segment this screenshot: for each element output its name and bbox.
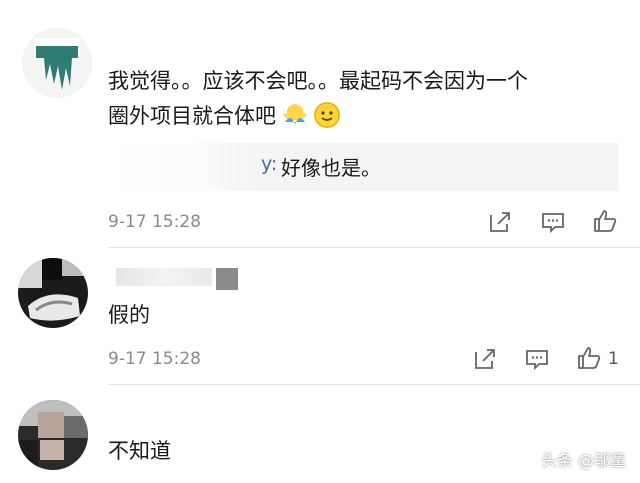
- comment-text: 我觉得。。应该不会吧。。最起码不会因为一个 圈外项目就合体吧: [108, 64, 528, 134]
- comment-text-line: 圈外项目就合体吧: [108, 99, 528, 134]
- avatar-image: [18, 400, 88, 470]
- avatar-image: [22, 28, 92, 98]
- reply-text: 好像也是。: [281, 156, 381, 180]
- comment-text: 不知道: [108, 434, 171, 469]
- shrug-emoji-icon: [282, 102, 308, 128]
- watermark: 头条 @邬童: [540, 451, 626, 470]
- reply-username[interactable]: y:: [261, 153, 277, 175]
- thumbs-up-icon[interactable]: [576, 345, 602, 371]
- smile-emoji-icon: [314, 102, 340, 128]
- thumbs-up-icon[interactable]: [592, 208, 618, 234]
- share-icon[interactable]: [487, 209, 513, 235]
- share-icon[interactable]: [472, 346, 498, 372]
- like-count: 1: [608, 349, 619, 369]
- avatar[interactable]: [18, 400, 88, 470]
- username-blur: [116, 268, 212, 286]
- comment-divider: [108, 384, 640, 385]
- reply-username-blur: [108, 143, 258, 191]
- avatar[interactable]: [22, 28, 92, 98]
- username-blur: [216, 268, 238, 290]
- comment-timestamp: 9-17 15:28: [108, 349, 201, 369]
- reply-preview[interactable]: y: 好像也是。: [108, 143, 618, 191]
- comment-text-line: 假的: [108, 303, 150, 327]
- comment-text-segment: 圈外项目就合体吧: [108, 104, 276, 128]
- comment-text-line: 不知道: [108, 439, 171, 463]
- comment-icon[interactable]: [524, 346, 550, 372]
- comment-text-line: 我觉得。。应该不会吧。。最起码不会因为一个: [108, 69, 528, 93]
- comment-divider: [108, 247, 640, 248]
- avatar[interactable]: [18, 258, 88, 328]
- comment-icon[interactable]: [540, 209, 566, 235]
- comment-text: 假的: [108, 298, 150, 333]
- comment-timestamp: 9-17 15:28: [108, 212, 201, 232]
- avatar-image: [18, 258, 88, 328]
